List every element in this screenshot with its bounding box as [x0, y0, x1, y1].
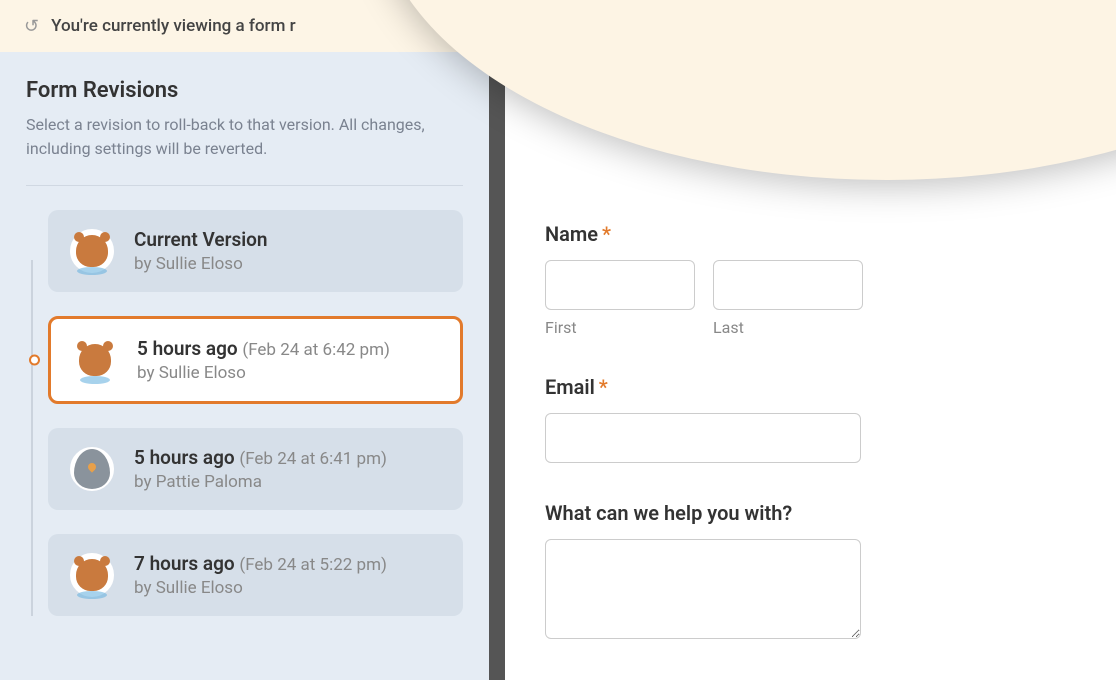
revisions-sidebar: Form Revisions Select a revision to roll…	[0, 52, 505, 680]
timeline-dot-icon	[29, 355, 40, 366]
revision-author: by Pattie Paloma	[134, 472, 441, 492]
revision-info: 7 hours ago (Feb 24 at 5:22 pm) by Sulli…	[134, 552, 441, 598]
revision-info: Current Version by Sullie Eloso	[134, 228, 441, 274]
help-textarea[interactable]	[545, 539, 861, 639]
revision-datetime: (Feb 24 at 6:42 pm)	[242, 340, 390, 360]
avatar	[70, 553, 114, 597]
avatar	[70, 447, 114, 491]
first-name-input[interactable]	[545, 260, 695, 310]
revision-title: 5 hours ago (Feb 24 at 6:42 pm)	[137, 337, 438, 360]
history-icon: ↺	[24, 16, 39, 37]
name-field: Name* First Last	[545, 222, 1076, 337]
name-label: Name*	[545, 222, 1076, 246]
revision-title: Current Version	[134, 228, 441, 251]
revision-author: by Sullie Eloso	[137, 363, 438, 383]
last-name-input[interactable]	[713, 260, 863, 310]
email-label: Email*	[545, 375, 1076, 399]
revision-item-selected[interactable]: 5 hours ago (Feb 24 at 6:42 pm) by Sulli…	[48, 316, 463, 404]
revision-title: 5 hours ago (Feb 24 at 6:41 pm)	[134, 446, 441, 469]
revision-item[interactable]: 7 hours ago (Feb 24 at 5:22 pm) by Sulli…	[48, 534, 463, 616]
required-icon: *	[602, 222, 611, 246]
first-sub-label: First	[545, 318, 695, 337]
revision-datetime: (Feb 24 at 6:41 pm)	[239, 449, 387, 469]
revision-info: 5 hours ago (Feb 24 at 6:41 pm) by Patti…	[134, 446, 441, 492]
revision-author: by Sullie Eloso	[134, 578, 441, 598]
avatar	[73, 338, 117, 382]
email-field: Email*	[545, 375, 1076, 463]
timeline-line	[31, 260, 33, 616]
required-icon: *	[599, 375, 608, 399]
revision-title: 7 hours ago (Feb 24 at 5:22 pm)	[134, 552, 441, 575]
email-input[interactable]	[545, 413, 861, 463]
revisions-list: Current Version by Sullie Eloso 5 hours …	[26, 210, 463, 616]
sidebar-description: Select a revision to roll-back to that v…	[26, 113, 463, 186]
avatar	[70, 229, 114, 273]
last-sub-label: Last	[713, 318, 863, 337]
revision-item[interactable]: 5 hours ago (Feb 24 at 6:41 pm) by Patti…	[48, 428, 463, 510]
help-field: What can we help you with?	[545, 501, 1076, 643]
revision-author: by Sullie Eloso	[134, 254, 441, 274]
help-label: What can we help you with?	[545, 501, 1076, 525]
sidebar-title: Form Revisions	[26, 78, 463, 103]
revision-info: 5 hours ago (Feb 24 at 6:42 pm) by Sulli…	[137, 337, 438, 383]
revision-datetime: (Feb 24 at 5:22 pm)	[239, 555, 387, 575]
revision-item-current[interactable]: Current Version by Sullie Eloso	[48, 210, 463, 292]
banner-text: You're currently viewing a form r	[51, 16, 296, 36]
name-inputs: First Last	[545, 260, 1076, 337]
